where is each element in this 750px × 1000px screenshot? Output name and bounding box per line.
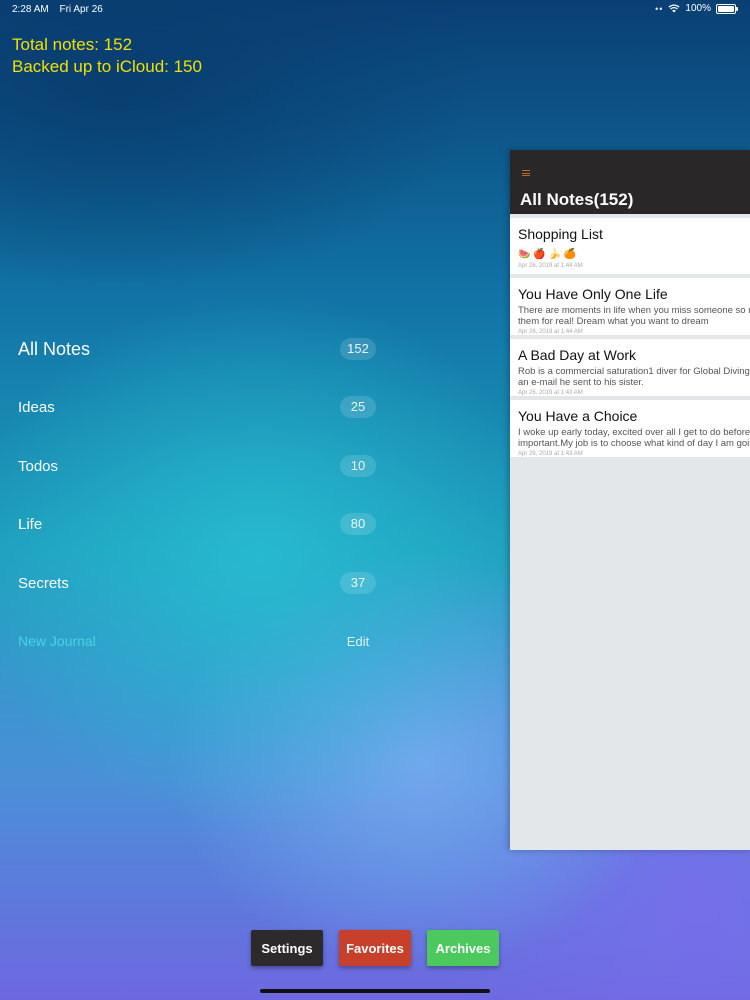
note-card[interactable]: You Have Only One Life There are moments… (510, 278, 750, 335)
status-time: 2:28 AM (12, 4, 49, 15)
sidebar-item-secrets[interactable]: Secrets 37 (18, 568, 376, 598)
note-date: Apr 26, 2019 at 1:43 AM (518, 451, 583, 457)
note-body: Rob is a commercial saturation1 diver fo… (518, 366, 750, 388)
notes-panel[interactable]: All Notes(152) Shopping List 🍉 🍎 🍌 🍊 Apr… (510, 150, 750, 850)
sidebar-item-ideas[interactable]: Ideas 25 (18, 392, 376, 422)
status-right: •• 100% (655, 3, 738, 14)
sidebar-item-life[interactable]: Life 80 (18, 509, 376, 539)
edit-button[interactable]: Edit (340, 634, 376, 649)
stats-summary: Total notes: 152 Backed up to iCloud: 15… (12, 34, 202, 78)
note-body: There are moments in life when you miss … (518, 305, 750, 327)
sidebar-item-label: Secrets (18, 574, 69, 592)
sidebar-new-journal-row: New Journal Edit (18, 626, 376, 656)
note-emoji: 🍉 🍎 🍌 🍊 (518, 249, 577, 260)
battery-icon (716, 3, 738, 14)
note-card[interactable]: A Bad Day at Work Rob is a commercial sa… (510, 339, 750, 396)
settings-button[interactable]: Settings (251, 930, 323, 966)
menu-icon[interactable] (522, 170, 530, 176)
sidebar-item-label: Ideas (18, 398, 55, 416)
backed-up-text: Backed up to iCloud: 150 (12, 57, 202, 76)
note-date: Apr 26, 2019 at 1:43 AM (518, 390, 583, 396)
note-date: Apr 26, 2019 at 1:44 AM (518, 263, 583, 269)
note-card[interactable]: You Have a Choice I woke up early today,… (510, 400, 750, 457)
battery-percent: 100% (685, 3, 711, 14)
status-left: 2:28 AM Fri Apr 26 (12, 4, 111, 15)
note-title: You Have Only One Life (518, 286, 668, 302)
new-journal-button[interactable]: New Journal (18, 633, 96, 649)
note-title: You Have a Choice (518, 408, 638, 424)
note-card[interactable]: Shopping List 🍉 🍎 🍌 🍊 Apr 26, 2019 at 1:… (510, 218, 750, 274)
count-badge: 25 (340, 396, 376, 418)
count-badge: 10 (340, 455, 376, 477)
panel-header: All Notes(152) (510, 150, 750, 214)
note-title: Shopping List (518, 226, 603, 242)
bottom-toolbar: Settings Favorites Archives (0, 930, 750, 966)
count-badge: 37 (340, 572, 376, 594)
status-bar: 2:28 AM Fri Apr 26 •• 100% (0, 0, 750, 20)
note-date: Apr 26, 2019 at 1:44 AM (518, 329, 583, 335)
archives-button[interactable]: Archives (427, 930, 499, 966)
note-body: I woke up early today, excited over all … (518, 427, 750, 449)
sidebar-item-label: All Notes (18, 338, 91, 359)
count-badge: 152 (340, 338, 376, 360)
total-notes-text: Total notes: 152 (12, 35, 133, 54)
sidebar-item-label: Life (18, 515, 43, 533)
sidebar-item-todos[interactable]: Todos 10 (18, 451, 376, 481)
note-title: A Bad Day at Work (518, 347, 637, 363)
notes-list: Shopping List 🍉 🍎 🍌 🍊 Apr 26, 2019 at 1:… (510, 214, 750, 457)
sidebar-item-all-notes[interactable]: All Notes 152 (18, 334, 376, 364)
home-indicator[interactable] (260, 989, 490, 993)
sidebar-item-label: Todos (18, 457, 59, 475)
signal-dots-icon: •• (655, 3, 664, 14)
count-badge: 80 (340, 513, 376, 535)
wifi-icon (668, 4, 680, 13)
status-date: Fri Apr 26 (59, 4, 103, 15)
panel-title: All Notes(152) (520, 190, 634, 209)
favorites-button[interactable]: Favorites (339, 930, 411, 966)
